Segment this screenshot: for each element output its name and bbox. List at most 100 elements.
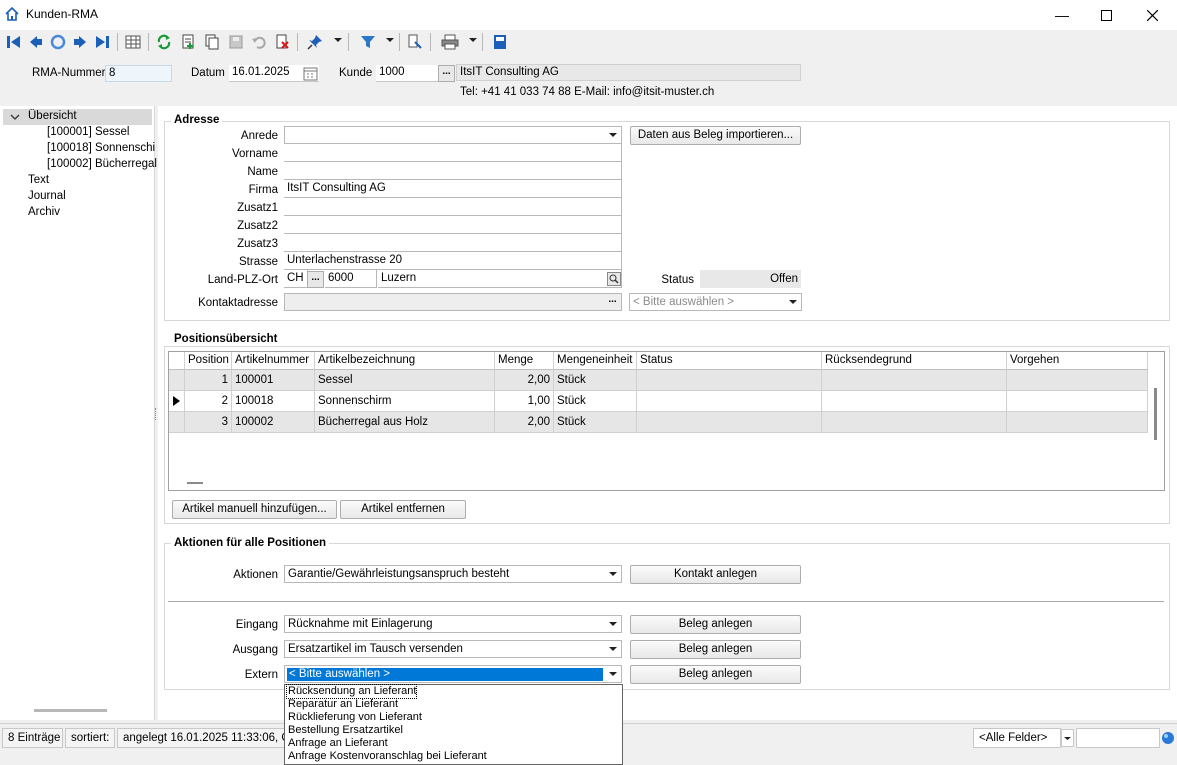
first-record-icon[interactable] [4,32,24,52]
filter-icon[interactable] [358,32,378,52]
table-cell[interactable] [822,391,1007,412]
import-from-beleg-button[interactable]: Daten aus Beleg importieren... [630,126,801,145]
chevron-down-icon[interactable] [1061,729,1074,747]
vertical-scrollbar[interactable] [1154,388,1157,440]
table-cell[interactable]: Sonnenschirm [315,391,495,412]
field-filter-select[interactable]: <Alle Felder> [973,728,1061,748]
table-cell[interactable]: Stück [554,412,637,433]
kontakt-anlegen-button[interactable]: Kontakt anlegen [630,565,801,584]
tree-item-archiv[interactable]: Archiv [28,206,60,218]
remove-article-button[interactable]: Artikel entfernen [340,500,466,519]
add-article-button[interactable]: Artikel manuell hinzufügen... [172,500,337,519]
table-cell[interactable]: 100002 [232,412,315,433]
zusatz3-input[interactable] [284,234,622,252]
ort-input[interactable]: Luzern [378,270,622,288]
firma-input[interactable]: ItsIT Consulting AG [284,180,622,198]
dropdown-option-anfrage[interactable]: Anfrage an Lieferant [287,737,388,750]
back-icon[interactable] [48,32,68,52]
table-cell[interactable]: Stück [554,391,637,412]
next-record-icon[interactable] [70,32,90,52]
table-cell[interactable]: 1 [185,370,232,391]
column-header-position[interactable]: Position [185,352,232,370]
kontaktadresse-select[interactable]: < Bitte auswählen > [629,293,802,311]
tree-item-selected[interactable] [3,109,152,125]
previous-record-icon[interactable] [26,32,46,52]
dropdown-option-ruecklieferung[interactable]: Rücklieferung von Lieferant [287,711,422,724]
calendar-icon[interactable] [303,66,318,81]
tree-item-position-1[interactable]: [100001] Sessel [47,126,129,138]
kontaktadresse-lookup-button[interactable]: ... [604,294,621,311]
splitter-handle[interactable] [155,408,157,420]
refresh-icon[interactable] [154,32,174,52]
tree-item-journal[interactable]: Journal [28,190,66,202]
row-selector[interactable] [169,370,185,391]
row-selector[interactable] [169,412,185,433]
dropdown-option-bestellung[interactable]: Bestellung Ersatzartikel [287,724,403,737]
tree-item-position-3[interactable]: [100002] Bücherregal [47,158,157,170]
row-selector[interactable] [169,391,185,412]
table-cell[interactable]: 100018 [232,391,315,412]
rma-number-field[interactable]: 8 [105,65,172,82]
close-button[interactable] [1129,0,1175,30]
table-cell[interactable] [637,412,822,433]
dropdown-option-reparatur[interactable]: Reparatur an Lieferant [287,698,398,711]
column-header-ruecksendegrund[interactable]: Rücksendegrund [822,352,1007,370]
table-cell[interactable] [1007,412,1148,433]
last-record-icon[interactable] [92,32,112,52]
vorname-input[interactable] [284,144,622,162]
table-cell[interactable] [637,391,822,412]
maximize-button[interactable] [1083,0,1129,30]
kontaktadresse-input[interactable] [284,293,622,311]
tree-item-position-2[interactable]: [100018] Sonnenschi [47,142,155,154]
print-icon[interactable] [440,32,460,52]
table-view-icon[interactable] [123,32,143,52]
search-globe-icon[interactable] [1161,731,1175,745]
beleg-anlegen-eingang-button[interactable]: Beleg anlegen [630,615,801,634]
table-cell[interactable]: Sessel [315,370,495,391]
table-cell[interactable]: 100001 [232,370,315,391]
table-cell[interactable]: 2 [185,391,232,412]
plz-input[interactable]: 6000 [325,270,377,288]
land-input[interactable]: CH [284,270,308,288]
beleg-anlegen-extern-button[interactable]: Beleg anlegen [630,665,801,684]
tree-item-uebersicht[interactable]: Übersicht [28,110,77,122]
column-header-mengeneinheit[interactable]: Mengeneinheit [554,352,637,370]
zusatz1-input[interactable] [284,198,622,216]
table-cell[interactable] [822,370,1007,391]
table-cell[interactable]: 2,00 [495,370,554,391]
horizontal-scrollbar[interactable] [187,482,203,484]
column-header-artikelbezeichnung[interactable]: Artikelbezeichnung [315,352,495,370]
tree-item-text[interactable]: Text [28,174,49,186]
column-header-vorgehen[interactable]: Vorgehen [1007,352,1148,370]
pin-dropdown-icon[interactable] [334,38,342,42]
kunde-lookup-button[interactable]: ... [438,65,455,82]
filter-dropdown-icon[interactable] [386,38,394,42]
table-cell[interactable] [1007,370,1148,391]
table-cell[interactable] [822,412,1007,433]
pin-icon[interactable] [305,32,325,52]
dropdown-option-kostenvoranschlag[interactable]: Anfrage Kostenvoranschlag bei Lieferant [287,750,487,763]
table-cell[interactable]: 1,00 [495,391,554,412]
horizontal-scrollbar[interactable] [34,709,107,712]
delete-record-icon[interactable] [272,32,292,52]
ort-search-icon[interactable] [607,272,621,286]
minimize-button[interactable]: — [1039,0,1085,30]
table-cell[interactable] [637,370,822,391]
zusatz2-input[interactable] [284,216,622,234]
copy-record-icon[interactable] [202,32,222,52]
beleg-anlegen-ausgang-button[interactable]: Beleg anlegen [630,640,801,659]
search-input[interactable] [1076,728,1160,748]
column-header-menge[interactable]: Menge [495,352,554,370]
table-cell[interactable]: Bücherregal aus Holz [315,412,495,433]
export-icon[interactable] [405,32,425,52]
table-cell[interactable]: Stück [554,370,637,391]
kunde-field[interactable]: 1000 [376,65,438,82]
print-dropdown-icon[interactable] [469,38,477,42]
aktionen-select[interactable]: Garantie/Gewährleistungsanspruch besteht [284,565,622,583]
new-record-icon[interactable] [178,32,198,52]
ausgang-select[interactable]: Ersatzartikel im Tausch versenden [284,640,622,658]
name-input[interactable] [284,162,622,180]
eingang-select[interactable]: Rücknahme mit Einlagerung [284,615,622,633]
land-lookup-button[interactable]: ... [307,271,324,288]
chevron-down-icon[interactable] [9,111,21,123]
